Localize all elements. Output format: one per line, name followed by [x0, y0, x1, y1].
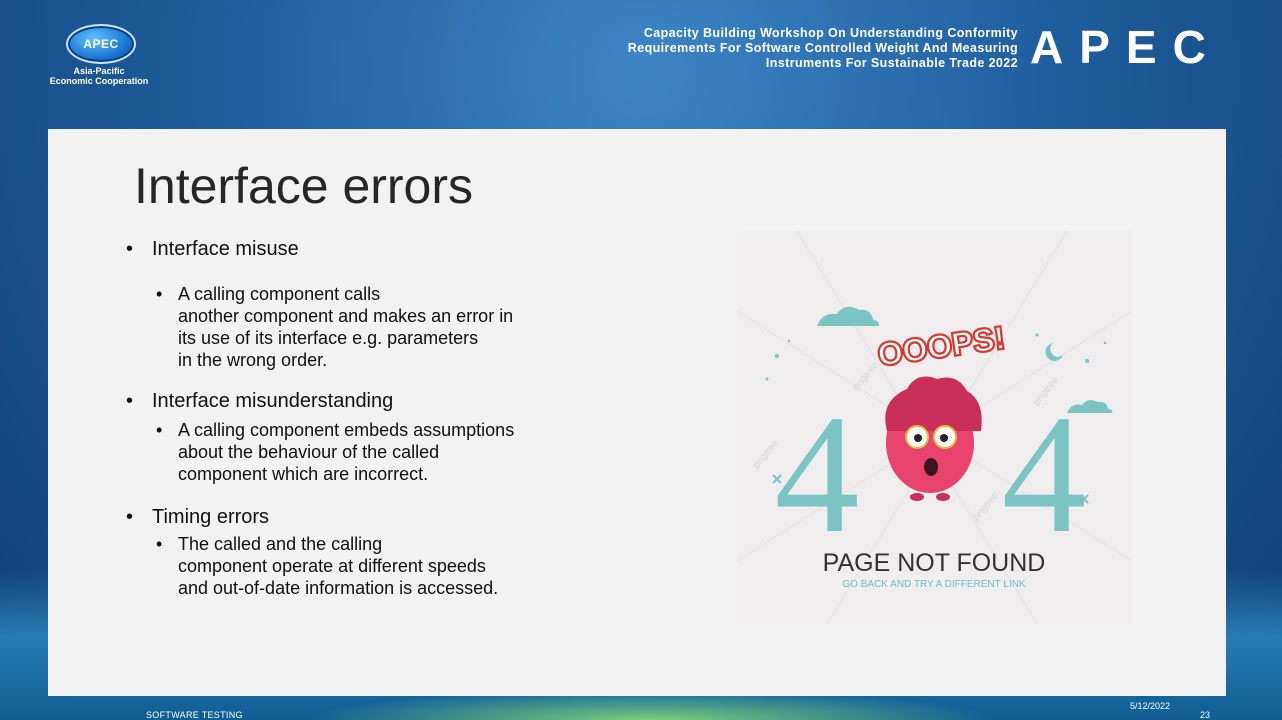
sub-bullet-line: A calling component embeds assumptions	[178, 420, 515, 440]
sub-bullet-line: and out-of-date information is accessed.	[178, 578, 499, 598]
sub-bullet-line: in the wrong order.	[178, 350, 328, 370]
page-not-found-illustration: OOOPS! OOOPS! 4 4 pngtree pngtree pngtre…	[736, 230, 1133, 625]
footer-section-label: SOFTWARE TESTING	[146, 710, 243, 720]
apec-logo-oval: APEC	[66, 24, 136, 64]
svg-text:pngtree: pngtree	[971, 490, 1002, 523]
apec-brand-word: APEC	[1030, 21, 1222, 73]
apec-logo-subtitle: Asia-Pacific Economic Cooperation	[24, 66, 174, 86]
digit-four-right: 4	[1002, 380, 1087, 568]
slide-title: Interface errors	[134, 158, 474, 214]
sub-bullet: The called and the calling component ope…	[156, 533, 726, 599]
sub-bullet-line: A calling component calls	[178, 284, 381, 304]
sub-bullet-line: another component and makes an error in	[178, 306, 514, 326]
page-not-found-text: PAGE NOT FOUND	[823, 549, 1046, 577]
sub-bullet: A calling component embeds assumptions a…	[156, 419, 726, 485]
sub-bullet-line: component operate at different speeds	[178, 556, 486, 576]
sub-bullet-line: The called and the calling	[178, 534, 383, 554]
illustration-svg: OOOPS! OOOPS! 4 4 pngtree pngtree pngtre…	[736, 230, 1133, 625]
bullet-interface-misuse: Interface misuse	[126, 237, 726, 261]
apec-logo-text: APEC	[83, 37, 119, 51]
cloud-icon	[813, 306, 879, 326]
digit-four-left: 4	[775, 380, 860, 568]
logo-subtitle-line: Asia-Pacific	[73, 66, 125, 76]
footer-page-number: 23	[1200, 710, 1211, 720]
slide-card: Interface errors Interface misuse A call…	[48, 129, 1226, 696]
moon-icon	[1045, 343, 1063, 361]
logo-subtitle-line: Economic Cooperation	[49, 76, 149, 86]
bullet-timing-errors: Timing errors	[126, 505, 726, 529]
workshop-title-line: Instruments For Sustainable Trade 2022	[765, 56, 1018, 70]
svg-text:pngtree: pngtree	[851, 360, 882, 393]
ooops-outline: OOOPS!	[875, 319, 1007, 372]
workshop-title: Capacity Building Workshop On Understand…	[498, 26, 1018, 71]
workshop-title-line: Capacity Building Workshop On Understand…	[643, 26, 1018, 40]
apec-logo: APEC Asia-Pacific Economic Cooperation	[24, 22, 184, 102]
bullet-interface-misunderstanding: Interface misunderstanding	[126, 389, 726, 413]
sub-bullet-line: component which are incorrect.	[178, 464, 429, 484]
footer-date: 5/12/2022	[1130, 701, 1171, 711]
monster-character	[885, 376, 982, 501]
bullet-list: Interface misuse A calling component cal…	[126, 237, 726, 599]
sub-bullet: A calling component calls another compon…	[156, 283, 726, 371]
go-back-text: GO BACK AND TRY A DIFFERENT LINK	[842, 579, 1026, 590]
sub-bullet-line: its use of its interface e.g. parameters	[178, 328, 479, 348]
workshop-title-line: Requirements For Software Controlled Wei…	[627, 41, 1018, 55]
sub-bullet-line: about the behaviour of the called	[178, 442, 440, 462]
